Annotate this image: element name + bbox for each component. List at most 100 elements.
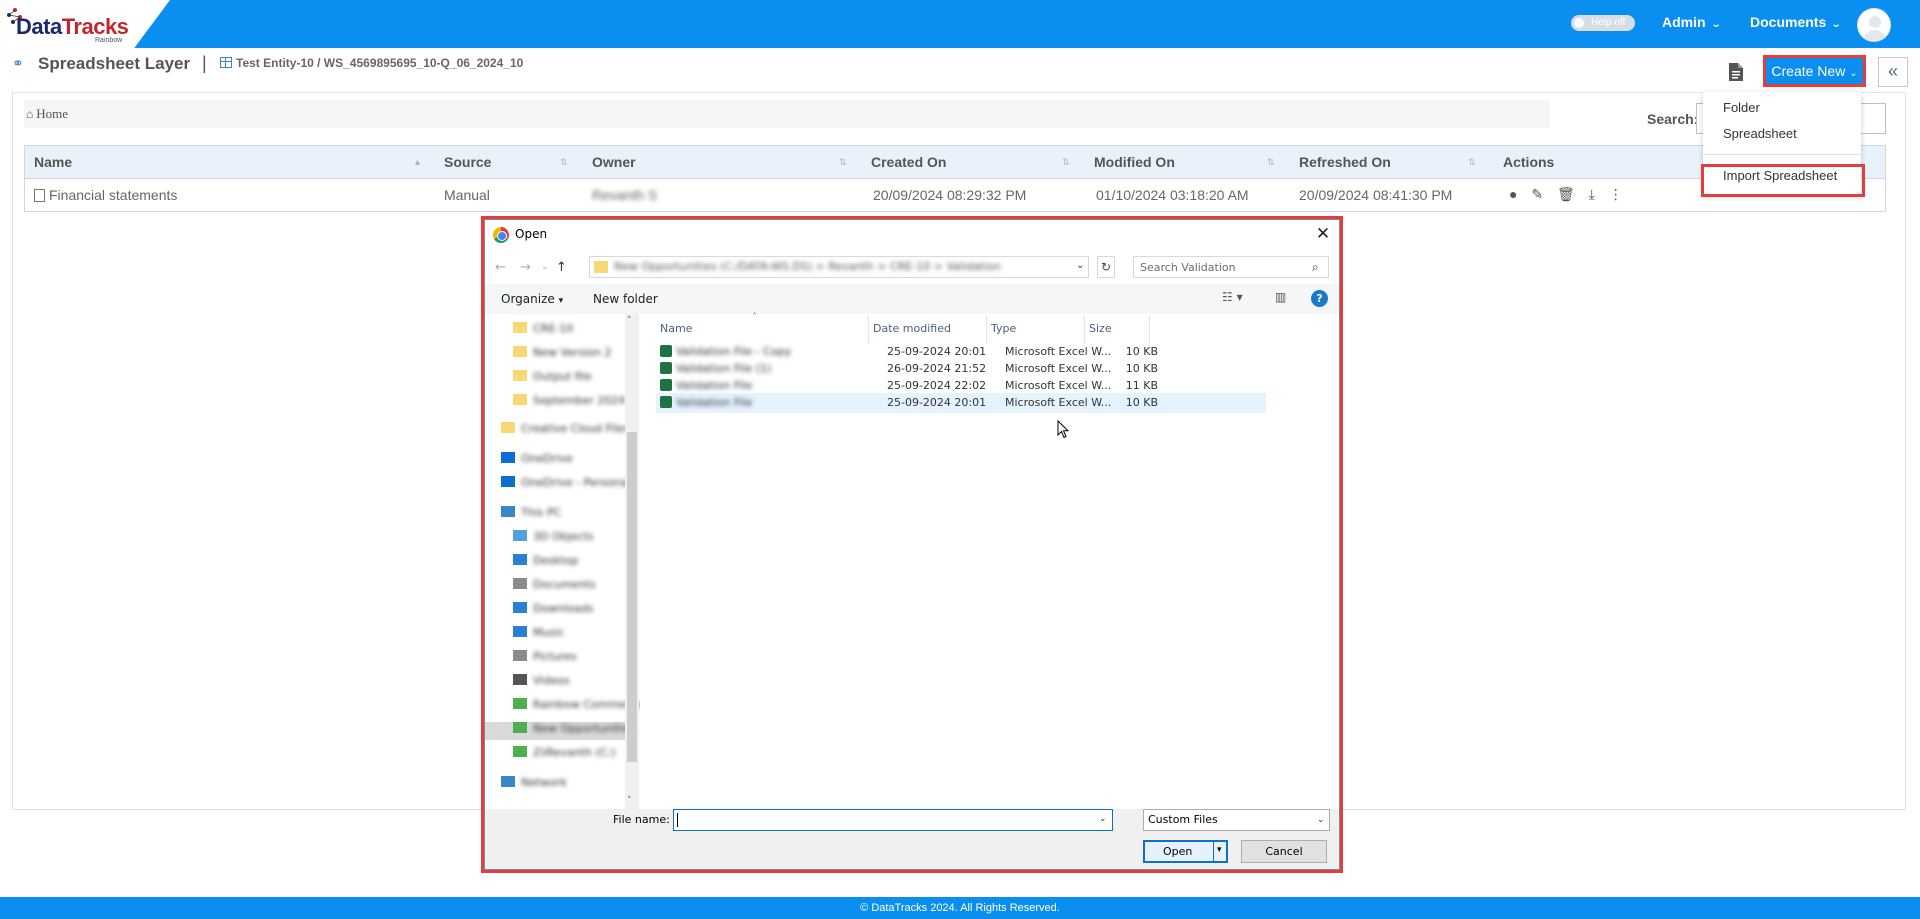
avatar[interactable] — [1857, 8, 1891, 42]
chevron-down-icon[interactable]: ⌄ — [1076, 260, 1084, 271]
nav-scrollbar[interactable]: ˄ ˅ — [625, 314, 639, 809]
address-path: New Opportunities (C:/DATA-WS.DS) > Reva… — [614, 260, 1001, 273]
download-icon — [513, 602, 527, 613]
help-icon[interactable]: ? — [1311, 290, 1328, 307]
scroll-down-icon[interactable]: ˅ — [627, 796, 632, 806]
home-icon: ⌂ — [26, 107, 34, 121]
cloud-icon — [501, 452, 515, 463]
file-type: Microsoft Excel W... — [1005, 396, 1112, 409]
col-refreshed[interactable]: Refreshed On — [1299, 146, 1391, 179]
help-toggle[interactable]: Help off — [1571, 15, 1635, 31]
nav-item[interactable]: Downloads — [513, 602, 593, 620]
sort-icon[interactable]: ⇅ — [560, 146, 568, 179]
trash-icon[interactable]: 🗑︎ — [1557, 186, 1575, 203]
top-bar: DataTracks Rainbow Help off Admin ⌄ Docum… — [0, 0, 1920, 48]
nav-item[interactable]: 3D Objects — [513, 530, 594, 548]
col-size[interactable]: Size — [1089, 322, 1112, 335]
caret-down-icon[interactable]: ▾ — [1217, 845, 1222, 855]
table-row[interactable]: Financial statements Manual Revanth S 20… — [25, 179, 1885, 211]
nav-item[interactable]: Videos — [513, 674, 570, 692]
file-type-value: Custom Files — [1148, 813, 1218, 826]
admin-menu[interactable]: Admin ⌄ — [1662, 14, 1722, 30]
chevron-down-icon: ⌄ — [1710, 19, 1722, 30]
user-icon[interactable]: ● — [1509, 186, 1517, 202]
create-new-button[interactable]: Create New ⌄ — [1766, 58, 1863, 84]
nav-item[interactable]: New Opportunities — [485, 722, 636, 740]
nav-item[interactable]: Documents — [513, 578, 596, 596]
col-file-name[interactable]: Name — [660, 322, 692, 335]
file-type: Microsoft Excel W... — [1005, 362, 1112, 375]
file-size: 10 KB — [1125, 396, 1158, 409]
scrollbar-thumb[interactable] — [627, 432, 637, 762]
dialog-titlebar[interactable]: Open ✕ — [485, 220, 1339, 250]
col-owner[interactable]: Owner — [592, 146, 636, 179]
col-source[interactable]: Source — [444, 146, 491, 179]
sort-icon[interactable]: ⇅ — [1267, 146, 1275, 179]
nav-item[interactable]: OneDrive - Personal — [501, 476, 630, 494]
nav-item[interactable]: Output file — [513, 370, 591, 388]
open-label: Open — [1163, 845, 1193, 858]
download-icon[interactable]: ⤓ — [1589, 186, 1595, 203]
file-size: 10 KB — [1125, 345, 1158, 358]
document-icon[interactable] — [1727, 62, 1745, 82]
view-options-icon[interactable]: ☷ ▾ — [1222, 290, 1243, 304]
organize-button[interactable]: Organize ▾ — [501, 292, 563, 306]
sort-icon[interactable]: ⇅ — [1062, 146, 1070, 179]
menu-item-folder[interactable]: Folder — [1723, 100, 1760, 115]
col-name[interactable]: Name — [34, 146, 72, 179]
logo[interactable]: DataTracks Rainbow — [0, 0, 170, 48]
forward-arrow-icon[interactable]: → — [520, 260, 531, 275]
dialog-search-input[interactable]: Search Validation ⌕ — [1133, 256, 1329, 278]
back-arrow-icon[interactable]: ← — [495, 260, 506, 275]
cancel-button[interactable]: Cancel — [1241, 840, 1327, 863]
nav-item[interactable]: Creative Cloud Files — [501, 422, 630, 440]
file-row[interactable]: Validation File 25-09-2024 20:01 Microsoft… — [656, 393, 1266, 413]
menu-item-spreadsheet[interactable]: Spreadsheet — [1723, 126, 1797, 141]
nav-item[interactable]: OneDrive — [501, 452, 573, 470]
nav-item[interactable]: Network — [501, 776, 567, 794]
refresh-icon[interactable]: ↻ — [1097, 256, 1115, 278]
nav-item[interactable]: CRE-10 — [513, 322, 573, 340]
chevron-down-icon[interactable]: ⌄ — [1099, 814, 1107, 824]
address-bar[interactable]: New Opportunities (C:/DATA-WS.DS) > Reva… — [589, 256, 1089, 278]
preview-pane-icon[interactable]: ▥ — [1275, 290, 1286, 304]
documents-label: Documents — [1750, 14, 1827, 30]
new-folder-button[interactable]: New folder — [593, 292, 658, 306]
open-button[interactable]: Open ▾ — [1143, 840, 1228, 863]
excel-file-icon — [660, 345, 672, 357]
file-date: 25-09-2024 22:02 — [887, 379, 987, 392]
desktop-icon — [513, 554, 527, 565]
nav-item[interactable]: Desktop — [513, 554, 578, 572]
documents-menu[interactable]: Documents ⌄ — [1750, 14, 1842, 30]
more-vertical-icon[interactable]: ⋮ — [1609, 186, 1623, 203]
nav-item[interactable]: Pictures — [513, 650, 577, 668]
scroll-up-icon[interactable]: ˄ — [627, 316, 632, 326]
row-name[interactable]: Financial statements — [34, 179, 177, 211]
sort-asc-icon[interactable]: ▲ — [413, 146, 422, 179]
nav-item[interactable]: Rainbow Comments — [513, 698, 640, 716]
search-label: Search: — [1647, 111, 1699, 127]
nav-item[interactable]: Music — [513, 626, 564, 644]
file-name-input[interactable]: ⌄ — [673, 809, 1113, 831]
sort-icon[interactable]: ⇅ — [839, 146, 847, 179]
drive-icon — [513, 746, 527, 757]
sort-icon[interactable]: ⇅ — [1468, 146, 1476, 179]
nav-item[interactable]: September 2024 — [513, 394, 625, 412]
col-date-modified[interactable]: Date modified — [873, 322, 951, 335]
create-new-highlight: Create New ⌄ — [1763, 55, 1866, 87]
col-modified[interactable]: Modified On — [1094, 146, 1175, 179]
file-type-select[interactable]: Custom Files ⌄ — [1143, 809, 1330, 831]
recent-dropdown-icon[interactable]: ⌄ — [541, 262, 549, 272]
collapse-panel-button[interactable]: « — [1878, 57, 1908, 87]
page-title: Spreadsheet Layer — [38, 54, 191, 73]
edit-icon[interactable]: ✎ — [1531, 186, 1543, 203]
up-arrow-icon[interactable]: ↑ — [556, 260, 567, 275]
col-created[interactable]: Created On — [871, 146, 946, 179]
col-type[interactable]: Type — [991, 322, 1016, 335]
double-chevron-left-icon: « — [1887, 61, 1898, 81]
breadcrumb-home[interactable]: Home — [36, 106, 68, 121]
nav-item[interactable]: This PC — [501, 506, 561, 524]
close-icon[interactable]: ✕ — [1311, 223, 1335, 247]
nav-item[interactable]: ZiiRevanth (C:) — [513, 746, 616, 764]
nav-item[interactable]: New Version 2 — [513, 346, 611, 364]
